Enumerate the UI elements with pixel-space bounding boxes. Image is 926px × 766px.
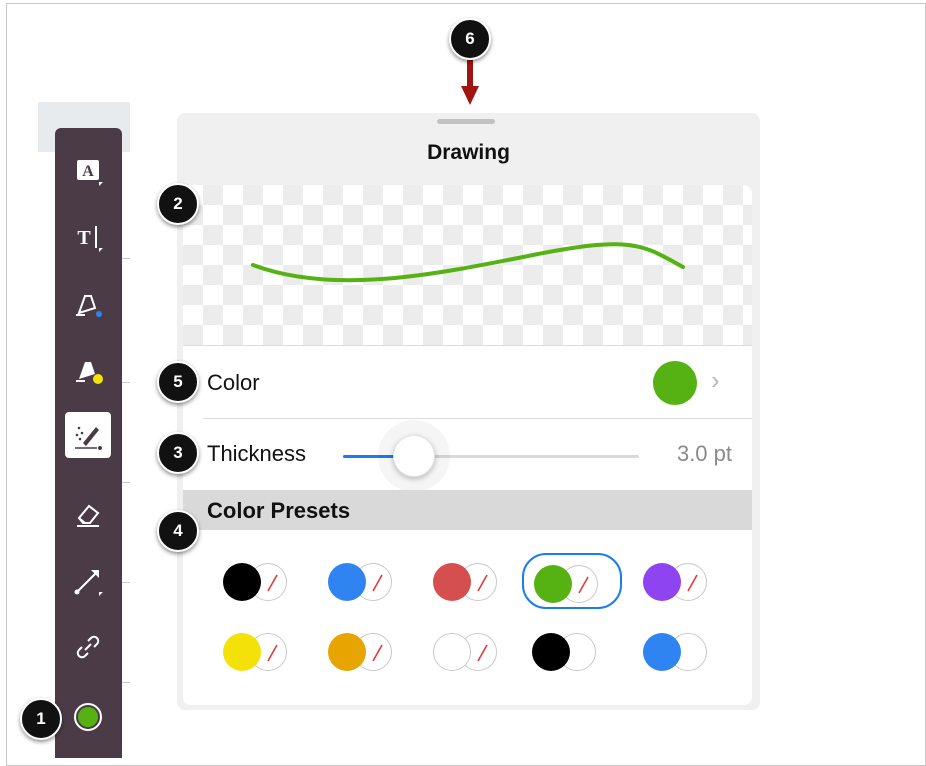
drawing-settings-card: Color › Thickness 3.0 pt Color Presets (183, 185, 752, 705)
color-row[interactable]: Color › (183, 345, 752, 419)
color-preset[interactable] (522, 623, 622, 679)
color-preset[interactable] (213, 623, 313, 679)
callout-5: 5 (157, 361, 199, 403)
callout-4: 4 (157, 510, 199, 552)
svg-text:A: A (82, 163, 94, 180)
color-preset[interactable] (318, 553, 418, 609)
chevron-right-icon: › (711, 365, 720, 395)
stroke-preview (183, 185, 752, 345)
preset-fill-swatch (534, 565, 572, 603)
drawing-panel: Drawing Color › Thickness 3.0 pt Color P… (177, 113, 760, 710)
preset-fill-swatch (328, 633, 366, 671)
presets-header: Color Presets (183, 490, 752, 530)
callout-2: 2 (157, 183, 199, 225)
current-color-swatch (653, 361, 697, 405)
highlighter-icon[interactable] (65, 346, 111, 392)
thickness-row: Thickness 3.0 pt (203, 418, 752, 492)
callout-1: 1 (20, 698, 62, 740)
callout-3: 3 (157, 432, 199, 474)
thickness-label: Thickness (207, 441, 307, 466)
pen-icon[interactable] (65, 280, 111, 326)
preset-fill-swatch (643, 563, 681, 601)
preset-fill-swatch (328, 563, 366, 601)
drag-handle[interactable] (437, 119, 495, 124)
arrow-down-icon (461, 60, 479, 105)
line-icon[interactable] (65, 558, 111, 604)
current-color-button[interactable] (65, 694, 111, 740)
panel-title: Drawing (427, 141, 510, 164)
preset-fill-swatch (643, 633, 681, 671)
color-preset[interactable] (318, 623, 418, 679)
slider-thumb[interactable] (393, 435, 436, 477)
presets-header-label: Color Presets (207, 498, 351, 523)
text-icon[interactable]: T (65, 214, 111, 260)
color-preset[interactable] (633, 553, 733, 609)
link-icon[interactable] (65, 624, 111, 670)
color-preset[interactable] (213, 553, 313, 609)
color-label: Color (207, 370, 260, 395)
magic-ink-icon[interactable] (65, 412, 111, 458)
annotation-toolbar: A T (55, 128, 122, 758)
text-box-icon[interactable]: A (65, 148, 111, 194)
thickness-value: 3.0 pt (676, 441, 732, 466)
preset-fill-swatch (532, 633, 570, 671)
eraser-icon[interactable] (65, 490, 111, 536)
color-preset[interactable] (423, 553, 523, 609)
preset-fill-swatch (223, 633, 261, 671)
callout-6: 6 (449, 18, 491, 60)
svg-text:T: T (77, 227, 91, 249)
preset-fill-swatch (433, 633, 471, 671)
preset-fill-swatch (433, 563, 471, 601)
preset-fill-swatch (223, 563, 261, 601)
color-preset[interactable] (522, 553, 622, 609)
color-preset[interactable] (423, 623, 523, 679)
color-preset[interactable] (633, 623, 733, 679)
